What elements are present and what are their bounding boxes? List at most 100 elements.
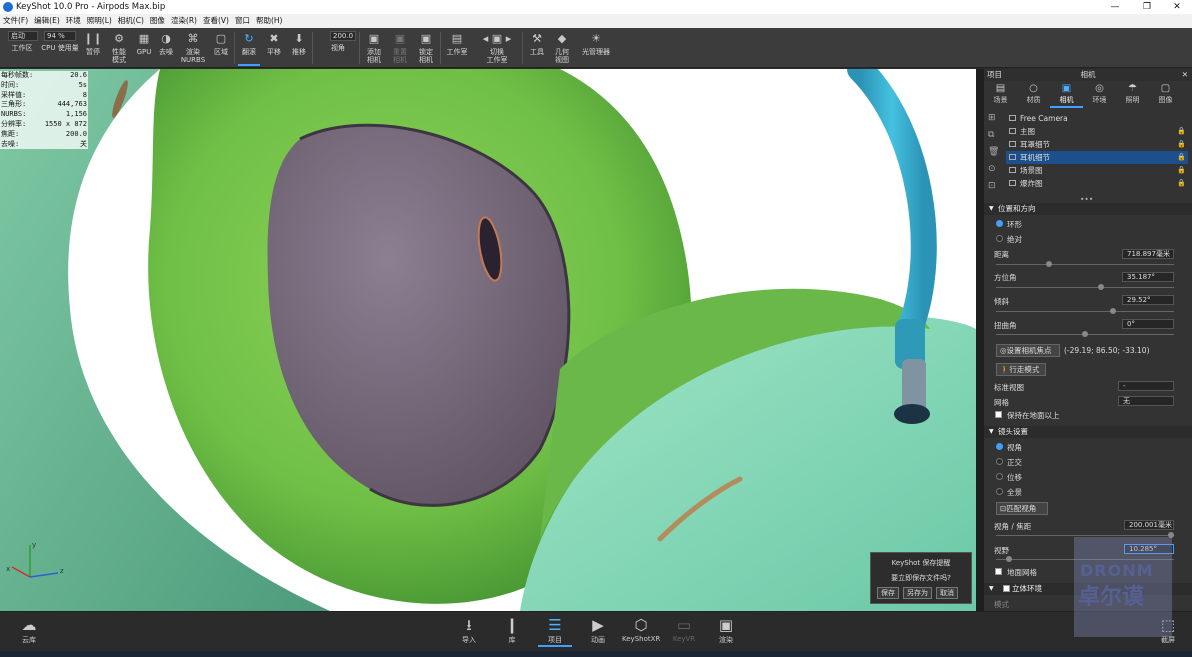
tumble-button[interactable]: ↻ 翻滚 [238,30,260,66]
delete-camera-icon[interactable]: 🗑 [988,147,1002,164]
menu-help[interactable]: 帮助(H) [256,14,283,28]
keyshotxr-button[interactable]: ⬡ KeyShotXR [622,615,660,643]
stereo-checkbox[interactable] [1003,585,1010,592]
lock-icon[interactable]: 🔒 [1177,177,1186,190]
dialog-save-as-button[interactable]: 另存为 [903,587,932,599]
menu-camera[interactable]: 相机(C) [118,14,144,28]
camera-item[interactable]: 耳罩细节 🔒 [1006,138,1188,151]
twist-field[interactable]: 0° [1122,319,1174,329]
render-nurbs-button[interactable]: ⌘ 渲染 NURBS [178,30,208,66]
fov-slider-knob[interactable] [1006,556,1012,562]
menu-window[interactable]: 窗口 [235,14,250,28]
menu-edit[interactable]: 编辑(E) [34,14,60,28]
grid-select[interactable]: 无 [1118,396,1174,406]
add-camera-button[interactable]: ▣ 添加 相机 [362,30,386,66]
dolly-button[interactable]: ⬇ 推移 [288,30,310,66]
cloud-library-button[interactable]: ☁ 云库 [12,615,46,645]
tab-scene[interactable]: ▤ 场景 [984,82,1017,108]
keep-above-ground-checkbox[interactable] [995,411,1002,418]
geometry-view-button[interactable]: ◆ 几何 视图 [550,30,574,66]
twist-slider-knob[interactable] [1082,331,1088,337]
view-angle-button[interactable]: 视角 [320,30,356,66]
menu-view[interactable]: 查看(V) [203,14,229,28]
dialog-cancel-button[interactable]: 取消 [936,587,958,599]
focal-length-slider[interactable] [996,535,1174,536]
distance-field[interactable]: 718.897毫米 [1122,249,1174,259]
keyvr-button[interactable]: ▭ KeyVR [667,615,701,643]
orthographic-radio[interactable] [996,458,1003,465]
save-camera-icon[interactable]: ⊡ [988,181,1002,198]
gpu-button[interactable]: ▦ GPU [134,30,154,66]
lock-icon[interactable]: 🔒 [1177,138,1186,151]
camera-item[interactable]: 场景图 🔒 [1006,164,1188,177]
pause-button[interactable]: ❙❙ 暂停 [82,30,104,66]
walk-mode-button[interactable]: 🚶行走模式 [996,363,1046,376]
tab-material[interactable]: ○ 材质 [1017,82,1050,108]
lock-icon[interactable]: 🔒 [1177,151,1186,164]
azimuth-field[interactable]: 35.187° [1122,272,1174,282]
lock-camera-button[interactable]: ▣ 锁定 相机 [414,30,438,66]
render-button[interactable]: ▣ 渲染 [709,615,743,645]
shift-radio[interactable] [996,473,1003,480]
match-perspective-button[interactable]: ⊡匹配视角 [996,502,1048,515]
studio-button[interactable]: ▤ 工作室 [443,30,471,66]
menu-environment[interactable]: 环境 [66,14,81,28]
menu-image[interactable]: 图像 [150,14,165,28]
menu-lighting[interactable]: 照明(L) [87,14,112,28]
close-button[interactable]: ✕ [1162,0,1192,14]
camera-item-selected[interactable]: 耳机细节 🔒 [1006,151,1188,164]
lock-icon[interactable]: 🔒 [1177,125,1186,138]
reset-camera-button[interactable]: ▣ 重置 相机 [388,30,412,66]
tab-camera[interactable]: ▣ 相机 [1050,82,1083,108]
maximize-button[interactable]: ❐ [1132,0,1162,14]
perspective-radio[interactable] [996,443,1003,450]
set-camera-focus-button[interactable]: ◎设置相机焦点 [996,344,1060,357]
incline-field[interactable]: 29.52° [1122,295,1174,305]
lock-camera-icon[interactable]: ⊙ [988,164,1002,181]
panorama-radio[interactable] [996,488,1003,495]
absolute-radio[interactable] [996,235,1003,242]
tab-image[interactable]: ▢ 图像 [1149,82,1182,108]
azimuth-slider[interactable] [996,287,1174,288]
animation-button[interactable]: ▶ 动画 [581,615,615,645]
switch-studio-button[interactable]: ◂ ▣ ▸ 切换 工作室 [476,30,518,66]
add-camera-icon[interactable]: ⊞ [988,113,1002,130]
lens-section-header[interactable]: ▼ 镜头设置 [984,426,1192,438]
camera-item[interactable]: 主图 🔒 [1006,125,1188,138]
light-manager-button[interactable]: ☀ 光管理器 [578,30,614,66]
focal-length-field[interactable]: 200.001毫米 [1124,520,1174,530]
camera-item[interactable]: Free Camera [1006,112,1188,125]
panel-close-icon[interactable]: ✕ [1182,69,1188,81]
tab-environment[interactable]: ◎ 环境 [1083,82,1116,108]
render-viewport[interactable]: 每秒帧数: 20.6 时间: 5s 采样值: 8 三角形: 444,763 NURBS:… [0,69,976,611]
minimize-button[interactable]: — [1100,0,1130,14]
library-button[interactable]: ❙ 库 [495,615,529,645]
duplicate-camera-icon[interactable]: ⧉ [988,130,1002,147]
distance-slider[interactable] [996,264,1174,265]
incline-slider-knob[interactable] [1110,308,1116,314]
panel-splitter[interactable] [976,69,984,611]
dialog-save-button[interactable]: 保存 [877,587,899,599]
import-button[interactable]: ⭳ 导入 [452,615,486,645]
region-button[interactable]: ▢ 区域 [210,30,232,66]
orbit-radio[interactable] [996,220,1003,227]
workspace-button[interactable]: 工作区 [6,30,38,66]
incline-slider[interactable] [996,311,1174,312]
position-section-header[interactable]: ▼ 位置和方向 [984,203,1192,215]
menu-file[interactable]: 文件(F) [3,14,28,28]
denoise-button[interactable]: ◑ 去噪 [156,30,176,66]
azimuth-label: 方位角 [994,273,1017,282]
project-button[interactable]: ☰ 项目 [538,615,572,647]
cpu-usage-button[interactable]: CPU 使用量 [40,30,80,66]
ground-grid-checkbox[interactable] [995,568,1002,575]
standard-view-select[interactable]: - [1118,381,1174,391]
pan-button[interactable]: ✖ 平移 [263,30,285,66]
distance-slider-knob[interactable] [1046,261,1052,267]
camera-item[interactable]: 爆炸图 🔒 [1006,177,1188,190]
menu-render[interactable]: 渲染(R) [171,14,197,28]
tab-lighting[interactable]: ☂ 照明 [1116,82,1149,108]
azimuth-slider-knob[interactable] [1098,284,1104,290]
performance-mode-button[interactable]: ⚙ 性能 模式 [106,30,132,66]
tools-button[interactable]: ⚒ 工具 [526,30,548,66]
lock-icon[interactable]: 🔒 [1177,164,1186,177]
